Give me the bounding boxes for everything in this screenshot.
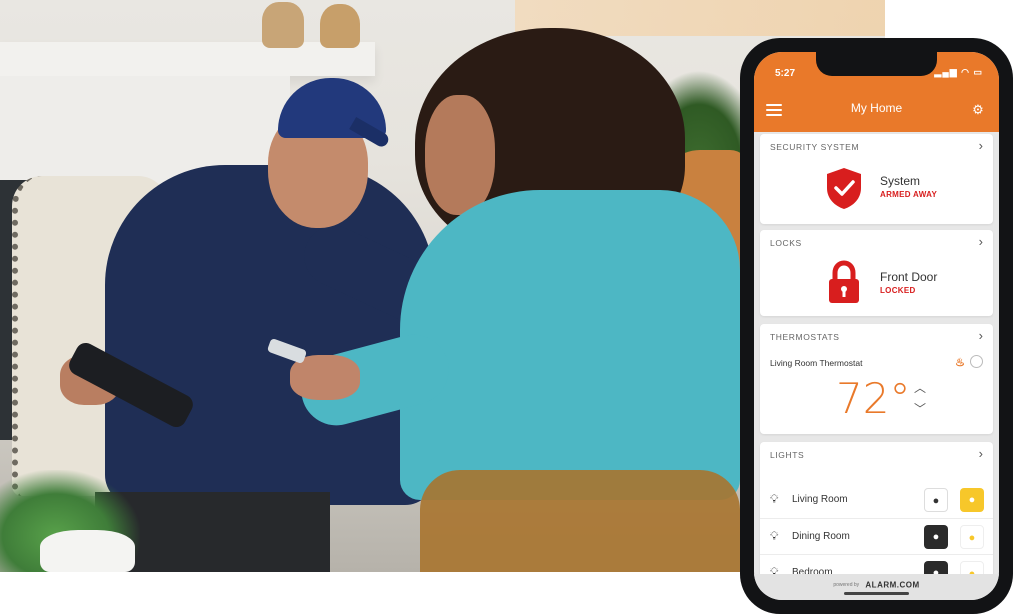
lightbulb-icon: 💡︎ xyxy=(770,529,779,543)
signal-wifi-battery-icon: ▂▄▆ ◠ ▭ xyxy=(934,67,983,77)
chevron-up-icon[interactable]: ︿ xyxy=(914,379,926,396)
locks-card[interactable]: LOCKS › Front Door LOCKED xyxy=(760,230,993,316)
card-label: THERMOSTATS xyxy=(770,332,840,342)
schedule-icon[interactable] xyxy=(970,355,983,368)
settings-icon[interactable]: ⚙ xyxy=(969,101,987,119)
powered-by-label: powered by xyxy=(833,581,860,588)
light-row-living-room: 💡︎ Living Room ● ● xyxy=(760,482,993,518)
app-header: 5:27 ▂▄▆ ◠ ▭ My Home ⚙ xyxy=(754,52,999,132)
phone-screen: 5:27 ▂▄▆ ◠ ▭ My Home ⚙ SECURITY SYSTEM ›… xyxy=(754,52,999,600)
phone-notch xyxy=(816,52,937,76)
mantel-shelf xyxy=(0,42,375,76)
light-off-button[interactable]: ● xyxy=(924,525,948,549)
status-text: ARMED AWAY xyxy=(880,190,938,199)
light-label: Dining Room xyxy=(792,531,850,542)
status-time: 5:27 xyxy=(775,68,796,79)
app-footer: powered by ALARM.COM xyxy=(754,574,999,600)
light-on-button[interactable]: ● xyxy=(960,488,984,512)
plant-pot xyxy=(40,530,135,572)
device-name: Front Door xyxy=(880,270,938,284)
chevron-down-icon[interactable]: ﹀ xyxy=(914,400,926,417)
lightbulb-icon: 💡︎ xyxy=(770,492,779,506)
woman-body xyxy=(400,190,740,500)
woman-face xyxy=(425,95,495,215)
heat-mode-icon[interactable]: ♨ xyxy=(955,356,965,369)
device-name: System xyxy=(880,174,921,188)
decor-vase xyxy=(262,2,304,48)
phone-mockup: 5:27 ▂▄▆ ◠ ▭ My Home ⚙ SECURITY SYSTEM ›… xyxy=(740,38,1013,614)
technician-body xyxy=(105,165,435,505)
decor-vase xyxy=(320,4,360,48)
home-indicator[interactable] xyxy=(844,592,909,595)
lock-icon xyxy=(829,260,859,303)
light-on-button[interactable]: ● xyxy=(960,525,984,549)
chevron-right-icon[interactable]: › xyxy=(979,446,983,461)
chevron-right-icon[interactable]: › xyxy=(979,138,983,153)
light-off-button[interactable]: ● xyxy=(924,488,948,512)
security-system-card[interactable]: SECURITY SYSTEM › System ARMED AWAY xyxy=(760,134,993,224)
status-text: LOCKED xyxy=(880,286,916,295)
thermostat-name: Living Room Thermostat xyxy=(770,358,863,368)
card-label: LIGHTS xyxy=(770,450,805,460)
page-title: My Home xyxy=(850,101,903,115)
chevron-right-icon[interactable]: › xyxy=(979,234,983,249)
card-label: SECURITY SYSTEM xyxy=(770,142,860,152)
light-label: Living Room xyxy=(792,494,848,505)
temperature-display: 72° xyxy=(836,374,911,423)
shield-check-icon xyxy=(827,168,861,209)
lights-card: LIGHTS › 💡︎ Living Room ● ● 💡︎ Dining Ro… xyxy=(760,442,993,590)
chair-foreground xyxy=(420,470,740,572)
card-label: LOCKS xyxy=(770,238,802,248)
light-row-dining-room: 💡︎ Dining Room ● ● xyxy=(760,518,993,555)
brand-logo: ALARM.COM xyxy=(865,580,920,590)
chevron-right-icon[interactable]: › xyxy=(979,328,983,343)
thermostats-card[interactable]: THERMOSTATS › Living Room Thermostat ♨ 7… xyxy=(760,324,993,434)
